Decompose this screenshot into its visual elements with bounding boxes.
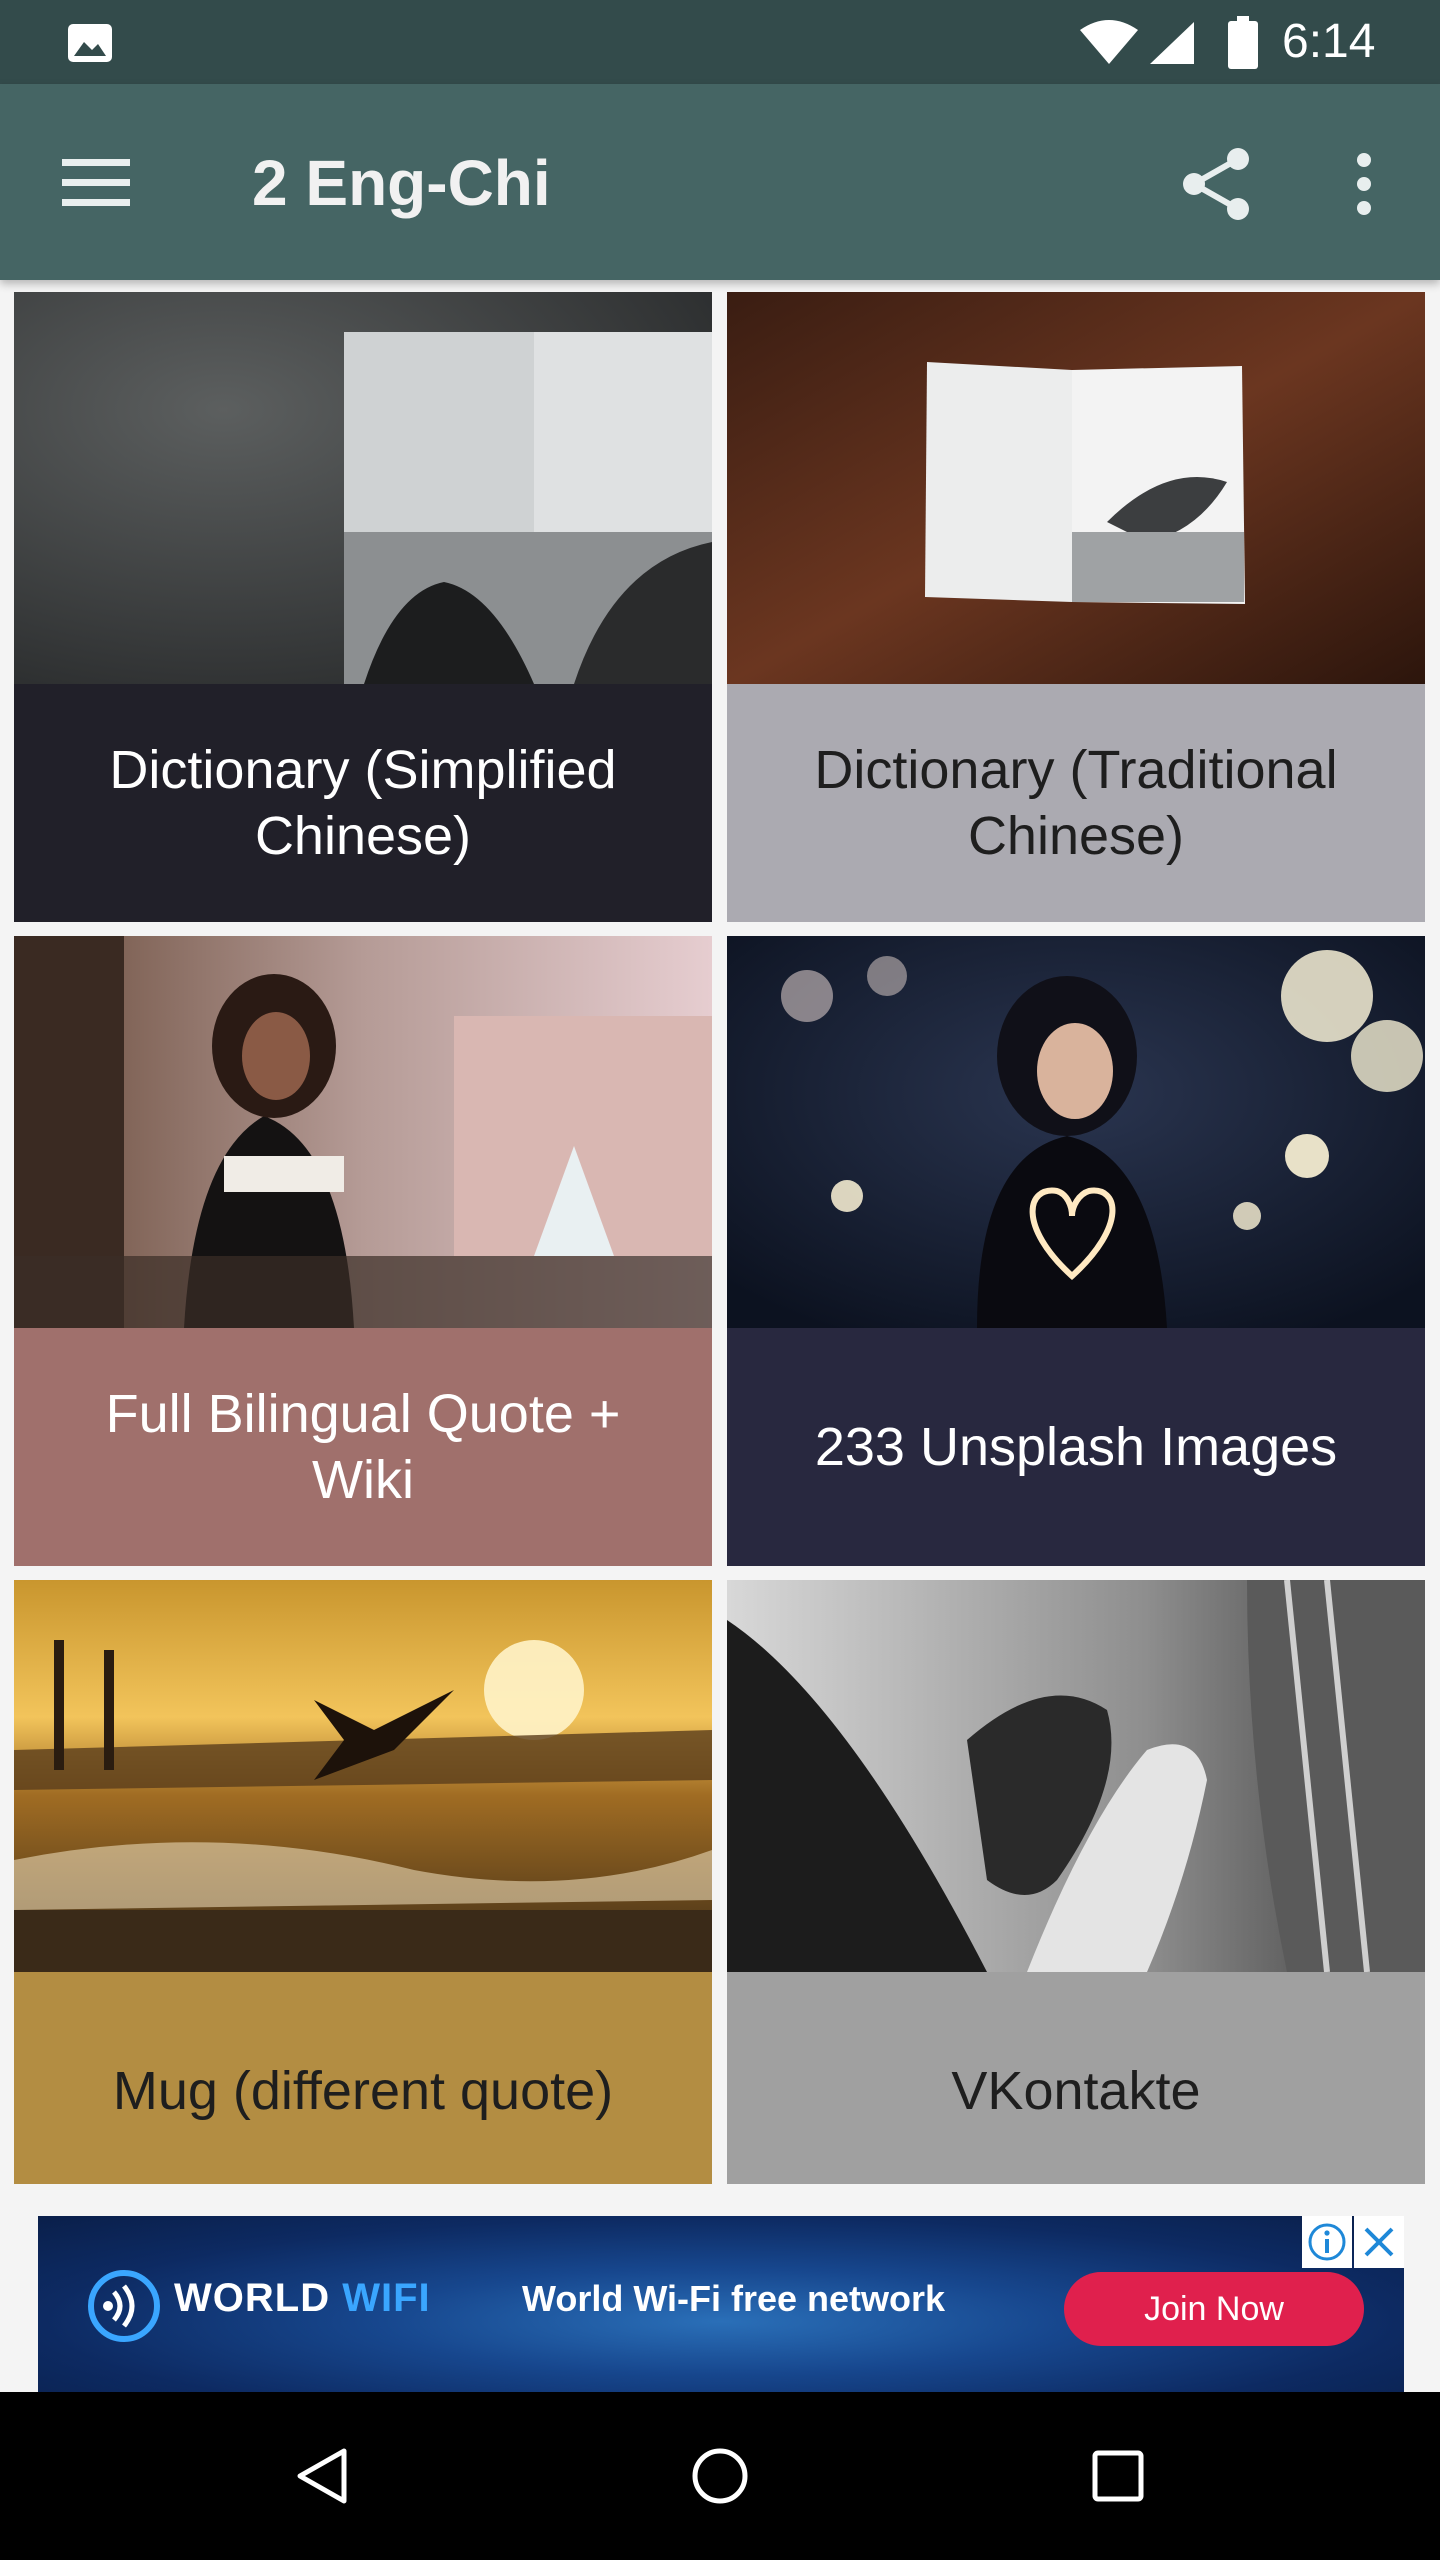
- ad-info-icon: [1308, 2223, 1346, 2261]
- card-label: 233 Unsplash Images: [727, 1328, 1425, 1566]
- home-icon: [692, 2448, 748, 2504]
- card-unsplash-images[interactable]: 233 Unsplash Images: [727, 936, 1425, 1566]
- ad-tagline: World Wi-Fi free network: [522, 2278, 946, 2319]
- card-label: Mug (different quote): [14, 1972, 712, 2184]
- wifi-icon: [1080, 20, 1138, 64]
- app-bar: 2 Eng-Chi: [0, 84, 1440, 280]
- status-bar: 6:14: [0, 0, 1440, 84]
- system-nav-bar: [0, 2392, 1440, 2560]
- ad-banner[interactable]: WORLD WIFI World Wi-Fi free network Join…: [38, 2216, 1404, 2392]
- card-vkontakte[interactable]: VKontakte: [727, 1580, 1425, 2184]
- more-vert-icon: [1357, 153, 1371, 215]
- card-label: Full Bilingual Quote + Wiki: [14, 1328, 712, 1566]
- home-button[interactable]: [670, 2426, 770, 2526]
- ad-join-now-button[interactable]: Join Now: [1064, 2272, 1364, 2346]
- card-label: Dictionary (Simplified Chinese): [14, 684, 712, 922]
- ad-close-button[interactable]: [1354, 2216, 1404, 2268]
- card-image: [727, 936, 1425, 1328]
- share-button[interactable]: [1178, 144, 1254, 224]
- card-image: [727, 1580, 1425, 1972]
- back-button[interactable]: [272, 2426, 372, 2526]
- back-icon: [297, 2448, 347, 2504]
- recents-button[interactable]: [1068, 2426, 1168, 2526]
- card-image: [14, 292, 712, 684]
- wifi-logo-icon: [88, 2270, 160, 2342]
- menu-icon: [62, 159, 130, 206]
- more-options-button[interactable]: [1336, 144, 1392, 224]
- ad-brand: WORLD WIFI: [174, 2276, 431, 2321]
- cell-signal-icon: [1150, 22, 1194, 64]
- ad-brand-world: WORLD: [174, 2276, 331, 2320]
- battery-icon: [1228, 16, 1258, 69]
- share-icon: [1183, 148, 1249, 220]
- ad-area: WORLD WIFI World Wi-Fi free network Join…: [0, 2184, 1440, 2392]
- card-image: [727, 292, 1425, 684]
- card-dictionary-simplified[interactable]: Dictionary (Simplified Chinese): [14, 292, 712, 922]
- card-mug[interactable]: Mug (different quote): [14, 1580, 712, 2184]
- ad-close-icon: [1364, 2227, 1394, 2257]
- recents-icon: [1092, 2450, 1144, 2502]
- card-dictionary-traditional[interactable]: Dictionary (Traditional Chinese): [727, 292, 1425, 922]
- card-image: [14, 1580, 712, 1972]
- card-image: [14, 936, 712, 1328]
- ad-brand-wifi: WIFI: [342, 2276, 431, 2320]
- status-clock: 6:14: [1282, 15, 1376, 68]
- card-label: Dictionary (Traditional Chinese): [727, 684, 1425, 922]
- menu-button[interactable]: [56, 148, 136, 218]
- app-title: 2 Eng-Chi: [252, 147, 551, 219]
- card-full-bilingual-quote[interactable]: Full Bilingual Quote + Wiki: [14, 936, 712, 1566]
- photo-icon: [68, 24, 112, 62]
- category-grid: Dictionary (Simplified Chinese) Dictiona…: [0, 280, 1440, 2184]
- card-label: VKontakte: [727, 1972, 1425, 2184]
- ad-info-button[interactable]: [1302, 2216, 1352, 2268]
